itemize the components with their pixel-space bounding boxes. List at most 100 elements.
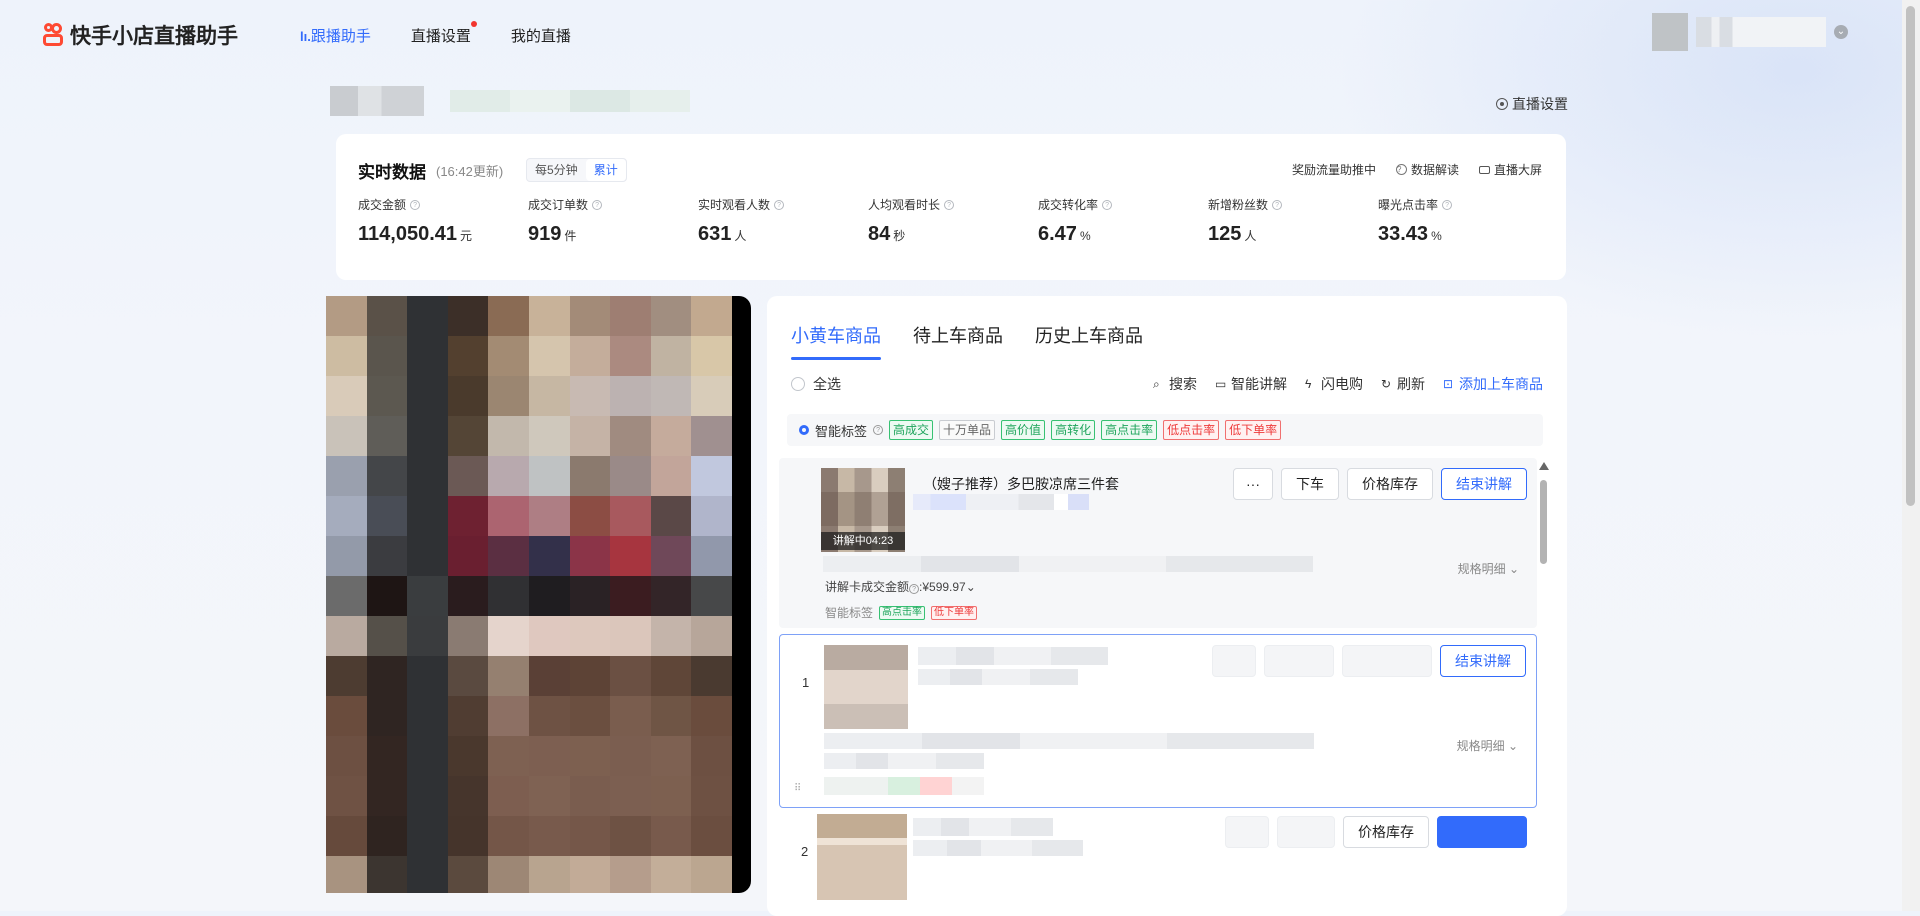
tag-low-ctr[interactable]: 低点击率 <box>1163 420 1220 440</box>
product-list: 讲解中04:23 （嫂子推荐）多巴胺凉席三件套 ··· 下车 价格库存 结束讲解… <box>779 458 1541 916</box>
refresh-label: 刷新 <box>1397 376 1425 392</box>
refresh-icon: ↻ <box>1381 377 1392 391</box>
price-stock-button[interactable]: 价格库存 <box>1347 468 1433 500</box>
seg-every-5min[interactable]: 每5分钟 <box>527 159 586 181</box>
spec-detail-link[interactable]: 规格明细 ⌄ <box>1458 560 1519 577</box>
tab-pending-products[interactable]: 待上车商品 <box>913 322 1003 348</box>
tag-high-value[interactable]: 高价值 <box>1001 420 1046 440</box>
drag-handle-icon[interactable]: ⠿ <box>794 783 801 794</box>
nav-label: 我的直播 <box>510 28 571 45</box>
metric-number: 919 <box>528 223 562 245</box>
metric-watch-time: 人均观看时长? 84 秒 <box>868 196 1038 246</box>
smart-explain-button[interactable]: ▭ 智能讲解 <box>1215 374 1287 394</box>
chevron-down-icon[interactable]: ⌄ <box>1834 25 1848 39</box>
metric-conversion: 成交转化率? 6.47% <box>1038 196 1208 246</box>
data-explain-link[interactable]: ? 数据解读 <box>1395 161 1459 178</box>
tag-high-ctr[interactable]: 高点击率 <box>1101 420 1158 440</box>
product-subtitle-blurred <box>913 840 1083 856</box>
help-icon[interactable]: ? <box>592 199 603 210</box>
metric-label: 实时观看人数? <box>698 196 868 213</box>
page-scrollbar[interactable] <box>1902 0 1920 911</box>
metric-label-text: 曝光点击率 <box>1378 198 1439 212</box>
metric-label: 成交转化率? <box>1038 196 1208 213</box>
price-stock-button[interactable] <box>1342 645 1432 677</box>
list-item[interactable]: 1 结束讲解 规格明细 ⌄ ⠿ <box>779 634 1537 808</box>
traffic-boost-link[interactable]: 奖励流量助推中 <box>1292 161 1376 178</box>
off-shelf-button[interactable] <box>1277 816 1335 848</box>
tag-100k[interactable]: 十万单品 <box>939 420 996 440</box>
nav-item-live-assistant[interactable]: lı.跟播助手 <box>300 25 371 46</box>
question-icon: ? <box>1395 164 1407 175</box>
scrollbar-thumb[interactable] <box>1906 6 1915 506</box>
product-title[interactable]: （嫂子推荐）多巴胺凉席三件套 <box>923 474 1119 494</box>
user-menu[interactable]: ⌄ <box>1652 13 1848 51</box>
help-icon[interactable]: ? <box>1442 199 1453 210</box>
help-icon[interactable]: ? <box>774 199 785 210</box>
end-explain-button[interactable]: 结束讲解 <box>1440 645 1526 677</box>
metric-number: 631 <box>698 223 732 245</box>
chart-bars-icon: lı. <box>300 29 311 44</box>
live-settings-label: 直播设置 <box>1512 96 1568 112</box>
nav-item-my-live[interactable]: 我的直播 <box>511 25 571 46</box>
metric-number: 33.43 <box>1378 223 1429 245</box>
select-all[interactable]: 全选 <box>791 374 841 394</box>
list-item[interactable]: 2 价格库存 <box>779 814 1537 914</box>
tag-high-deal[interactable]: 高成交 <box>889 420 934 440</box>
avatar <box>1652 13 1688 51</box>
end-explain-button[interactable]: 结束讲解 <box>1441 468 1527 500</box>
smart-tag-radio[interactable] <box>799 425 809 435</box>
more-button[interactable] <box>1212 645 1256 677</box>
tag-low-order-rate: 低下单率 <box>931 605 978 620</box>
add-product-button[interactable]: ⊡ 添加上车商品 <box>1443 374 1543 394</box>
product-image <box>824 645 908 729</box>
metric-label: 成交金额? <box>358 196 528 213</box>
help-icon[interactable]: ? <box>909 584 920 594</box>
big-screen-link[interactable]: 直播大屏 <box>1478 161 1542 178</box>
help-icon[interactable]: ? <box>873 425 884 435</box>
kuaishou-logo-icon <box>42 23 64 47</box>
more-button[interactable]: ··· <box>1233 468 1273 500</box>
chevron-down-icon[interactable]: ⌄ <box>966 580 976 594</box>
traffic-boost-label: 奖励流量助推中 <box>1291 163 1376 177</box>
product-toolbar: 全选 ⌕ 搜索 ▭ 智能讲解 ϟ 闪电购 ↻ 刷新 ⊡ 添加上车商品 <box>791 374 1543 396</box>
help-icon[interactable]: ? <box>1272 199 1283 210</box>
metric-number: 114,050.41 <box>358 223 457 245</box>
help-icon[interactable]: ? <box>1102 199 1113 210</box>
flash-buy-button[interactable]: ϟ 闪电购 <box>1305 374 1363 394</box>
gear-icon <box>1496 98 1508 110</box>
nav-item-live-settings[interactable]: 直播设置 <box>411 21 477 46</box>
product-list-scrollbar[interactable] <box>1538 462 1550 912</box>
app-logo[interactable]: 快手小店直播助手 <box>42 20 238 50</box>
search-button[interactable]: ⌕ 搜索 <box>1153 374 1197 394</box>
live-settings-link[interactable]: 直播设置 <box>1496 94 1568 114</box>
help-icon[interactable]: ? <box>944 199 955 210</box>
stats-interval-switch: 每5分钟 累计 <box>526 158 627 182</box>
seg-cumulative[interactable]: 累计 <box>585 159 626 181</box>
metric-label: 曝光点击率? <box>1378 196 1548 213</box>
tab-cart-products[interactable]: 小黄车商品 <box>791 322 881 360</box>
lightning-icon: ϟ <box>1305 377 1312 391</box>
video-camera-icon: ▭ <box>1215 377 1227 391</box>
tag-high-conversion[interactable]: 高转化 <box>1051 420 1096 440</box>
item-index: 1 <box>802 675 810 690</box>
amount-value: :¥599.97 <box>919 580 966 594</box>
list-item[interactable]: 讲解中04:23 （嫂子推荐）多巴胺凉席三件套 ··· 下车 价格库存 结束讲解… <box>779 458 1537 628</box>
explain-button[interactable] <box>1437 816 1527 848</box>
scroll-up-arrow-icon[interactable] <box>1539 462 1549 470</box>
product-detail-blurred <box>824 753 984 769</box>
refresh-button[interactable]: ↻ 刷新 <box>1381 374 1425 394</box>
live-video-preview[interactable] <box>326 296 751 893</box>
spec-detail-link[interactable]: 规格明细 ⌄ <box>1457 737 1518 754</box>
tab-history-products[interactable]: 历史上车商品 <box>1035 322 1143 348</box>
tag-low-order-rate[interactable]: 低下单率 <box>1225 420 1282 440</box>
product-detail-blurred <box>824 733 1314 749</box>
more-button[interactable] <box>1225 816 1269 848</box>
off-shelf-button[interactable] <box>1264 645 1334 677</box>
price-stock-button[interactable]: 价格库存 <box>1343 816 1429 848</box>
help-icon[interactable]: ? <box>410 199 421 210</box>
metric-gmv: 成交金额? 114,050.41 元 <box>358 196 528 246</box>
metric-label-text: 人均观看时长 <box>868 198 941 212</box>
select-all-checkbox[interactable] <box>791 377 805 391</box>
scrollbar-thumb[interactable] <box>1540 480 1547 564</box>
off-shelf-button[interactable]: 下车 <box>1281 468 1339 500</box>
